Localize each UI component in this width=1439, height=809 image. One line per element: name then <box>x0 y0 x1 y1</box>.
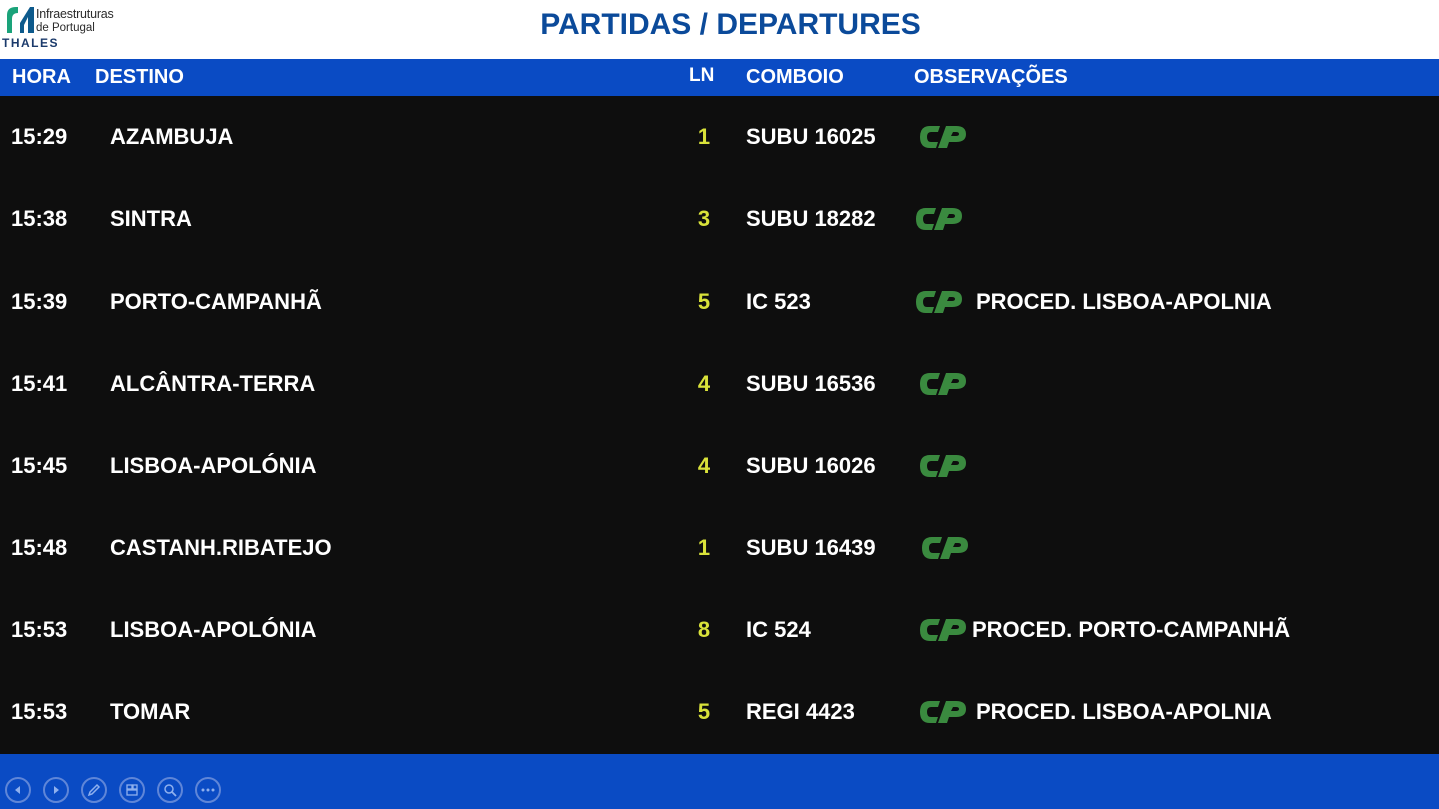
previous-slide-icon <box>13 785 23 795</box>
departure-destination: ALCÂNTRA-TERRA <box>110 371 316 396</box>
departure-observation: PROCED. PORTO-CAMPANHÃ <box>972 617 1291 642</box>
departure-destination: SINTRA <box>110 206 192 231</box>
more-options-button[interactable] <box>195 777 221 803</box>
departure-line: 4 <box>697 453 711 478</box>
departure-line: 4 <box>697 371 711 396</box>
column-header-ln: LN <box>689 65 715 86</box>
departure-line: 5 <box>697 289 711 314</box>
departure-destination: AZAMBUJA <box>110 124 234 149</box>
pen-icon <box>87 783 101 797</box>
departure-row: 15:41 ALCÂNTRA-TERRA 4 SUBU 16536 <box>0 343 1439 425</box>
cp-logo-icon <box>918 533 972 563</box>
departure-line: 3 <box>697 206 711 231</box>
slides-grid-button[interactable] <box>119 777 145 803</box>
zoom-button[interactable] <box>157 777 183 803</box>
departure-line: 1 <box>697 535 711 560</box>
page-title: PARTIDAS / DEPARTURES <box>540 8 921 41</box>
departure-train: IC 524 <box>746 617 811 642</box>
more-options-icon <box>201 787 215 793</box>
zoom-icon <box>163 783 177 797</box>
departure-time: 15:39 <box>11 289 68 314</box>
column-header-observacoes: OBSERVAÇÕES <box>914 66 1068 88</box>
cp-logo-icon <box>916 122 970 152</box>
departure-destination: LISBOA-APOLÓNIA <box>110 453 317 478</box>
previous-slide-button[interactable] <box>5 777 31 803</box>
pen-button[interactable] <box>81 777 107 803</box>
slides-grid-icon <box>125 783 139 797</box>
column-header-destino: DESTINO <box>95 66 184 88</box>
departure-row: 15:48 CASTANH.RIBATEJO 1 SUBU 16439 <box>0 507 1439 589</box>
departure-time: 15:29 <box>11 124 68 149</box>
departure-row: 15:38 SINTRA 3 SUBU 18282 <box>0 178 1439 260</box>
cp-logo-icon <box>916 369 970 399</box>
departure-row: 15:45 LISBOA-APOLÓNIA 4 SUBU 16026 <box>0 425 1439 507</box>
departure-train: SUBU 16439 <box>746 535 876 560</box>
departure-train: IC 523 <box>746 289 811 314</box>
departure-time: 15:48 <box>11 535 68 560</box>
column-header-row: HORA DESTINO LN COMBOIO OBSERVAÇÕES <box>0 59 1439 96</box>
departure-destination: LISBOA-APOLÓNIA <box>110 617 317 642</box>
cp-logo-icon <box>916 615 970 645</box>
departure-train: SUBU 16536 <box>746 371 876 396</box>
departure-time: 15:53 <box>11 699 68 724</box>
next-slide-button[interactable] <box>43 777 69 803</box>
cp-logo-icon <box>912 204 966 234</box>
departure-observation: PROCED. LISBOA-APOLNIA <box>976 289 1272 314</box>
departure-time: 15:38 <box>11 206 68 231</box>
departure-line: 8 <box>697 617 711 642</box>
departure-destination: TOMAR <box>110 699 191 724</box>
departure-destination: PORTO-CAMPANHÃ <box>110 289 322 314</box>
departure-row: 15:53 TOMAR 5 REGI 4423 PROCED. LISBOA-APOLN… <box>0 671 1439 753</box>
departures-board: 15:29 AZAMBUJA 1 SUBU 16025 15:38 SINTRA 3 SUBU… <box>0 96 1439 754</box>
departure-row: 15:29 AZAMBUJA 1 SUBU 16025 <box>0 96 1439 178</box>
departure-train: SUBU 16026 <box>746 453 876 478</box>
next-slide-icon <box>51 785 61 795</box>
top-bar: Infraestruturas de Portugal THALES PARTI… <box>0 0 1439 59</box>
departure-line: 5 <box>697 699 711 724</box>
departure-row: 15:39 PORTO-CAMPANHÃ 5 IC 523 PROCED. LISBOA… <box>0 261 1439 343</box>
departure-row: 15:53 LISBOA-APOLÓNIA 8 IC 524 PROCED. PORTO… <box>0 589 1439 671</box>
column-header-comboio: COMBOIO <box>746 66 844 88</box>
cp-logo-icon <box>916 697 970 727</box>
departure-train: REGI 4423 <box>746 699 855 724</box>
slideshow-control-bar <box>0 754 1439 809</box>
departure-train: SUBU 18282 <box>746 206 876 231</box>
departure-line: 1 <box>697 124 711 149</box>
departure-time: 15:41 <box>11 371 68 396</box>
departure-destination: CASTANH.RIBATEJO <box>110 535 332 560</box>
column-header-hora: HORA <box>12 66 71 88</box>
cp-logo-icon <box>912 287 966 317</box>
departure-train: SUBU 16025 <box>746 124 876 149</box>
departure-time: 15:53 <box>11 617 68 642</box>
departure-time: 15:45 <box>11 453 68 478</box>
cp-logo-icon <box>916 451 970 481</box>
departure-observation: PROCED. LISBOA-APOLNIA <box>976 699 1272 724</box>
